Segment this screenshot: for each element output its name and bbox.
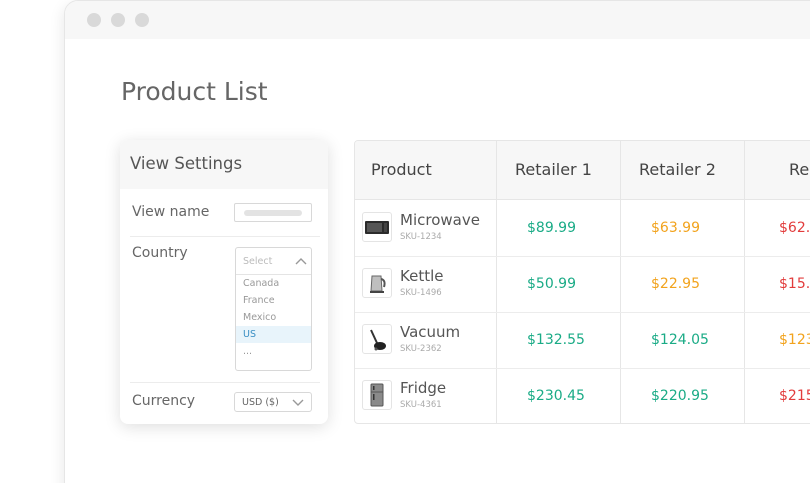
currency-select-value: USD ($)	[242, 397, 279, 408]
kettle-icon	[362, 268, 392, 298]
price-cell-retailer-1: $89.99	[527, 220, 576, 236]
view-settings-panel: View Settings View name Country Select C…	[120, 140, 328, 424]
view-name-input[interactable]	[234, 203, 312, 222]
price-cell-retailer-1: $50.99	[527, 276, 576, 292]
view-name-label: View name	[132, 204, 210, 220]
table-row[interactable]: Kettle SKU-1496 $50.99 $22.95 $15.	[355, 257, 810, 313]
column-header-retailer-2[interactable]: Retailer 2	[639, 141, 716, 200]
window-close-dot[interactable]	[87, 13, 101, 27]
price-cell-retailer-2: $124.05	[651, 332, 709, 348]
country-option[interactable]: ...	[236, 343, 311, 360]
table-row[interactable]: Vacuum SKU-2362 $132.55 $124.05 $123	[355, 313, 810, 369]
table-row[interactable]: Fridge SKU-4361 $230.45 $220.95 $215	[355, 369, 810, 423]
price-cell-retailer-3: $123	[779, 332, 810, 348]
view-settings-header: View Settings	[120, 140, 328, 189]
price-cell-retailer-3: $62.	[779, 220, 810, 236]
country-options-list: Canada France Mexico US...	[236, 275, 311, 360]
table-header: Product Retailer 1 Retailer 2 Re	[355, 141, 810, 200]
product-table: Product Retailer 1 Retailer 2 Re Microwa…	[354, 140, 810, 424]
price-cell-retailer-2: $22.95	[651, 276, 700, 292]
column-header-product[interactable]: Product	[371, 141, 432, 200]
window-maximize-dot[interactable]	[135, 13, 149, 27]
country-option[interactable]: France	[236, 292, 311, 309]
currency-label: Currency	[132, 393, 196, 409]
window-titlebar	[65, 1, 810, 39]
currency-select[interactable]: USD ($)	[234, 392, 312, 412]
price-cell-retailer-3: $215	[779, 388, 810, 404]
product-name[interactable]: Microwave	[400, 211, 480, 229]
table-row[interactable]: Microwave SKU-1234 $89.99 $63.99 $62.	[355, 201, 810, 257]
microwave-icon	[362, 212, 392, 242]
price-cell-retailer-1: $230.45	[527, 388, 585, 404]
view-settings-title: View Settings	[130, 154, 243, 173]
product-sku: SKU-1496	[400, 288, 442, 298]
vacuum-icon	[362, 324, 392, 354]
product-name[interactable]: Kettle	[400, 267, 443, 285]
price-cell-retailer-2: $63.99	[651, 220, 700, 236]
country-option[interactable]: Mexico	[236, 309, 311, 326]
product-sku: SKU-1234	[400, 232, 442, 242]
country-option[interactable]: Canada	[236, 275, 311, 292]
price-cell-retailer-2: $220.95	[651, 388, 709, 404]
country-dropdown-placeholder: Select	[243, 256, 273, 267]
chevron-down-icon[interactable]	[292, 399, 304, 407]
country-dropdown[interactable]: Select Canada France Mexico US...	[235, 247, 312, 371]
price-cell-retailer-3: $15.	[779, 276, 810, 292]
price-cell-retailer-1: $132.55	[527, 332, 585, 348]
view-name-input-value-placeholder	[244, 210, 302, 216]
product-name[interactable]: Vacuum	[400, 323, 460, 341]
settings-divider	[130, 236, 320, 237]
country-option[interactable]: US	[236, 326, 311, 343]
column-header-retailer-1[interactable]: Retailer 1	[515, 141, 592, 200]
window-minimize-dot[interactable]	[111, 13, 125, 27]
column-header-retailer-3[interactable]: Re	[789, 141, 809, 200]
country-label: Country	[132, 245, 188, 261]
product-sku: SKU-2362	[400, 344, 442, 354]
page-title: Product List	[121, 77, 268, 106]
product-sku: SKU-4361	[400, 400, 442, 410]
settings-divider	[130, 382, 320, 383]
fridge-icon	[362, 380, 392, 410]
product-name[interactable]: Fridge	[400, 379, 446, 397]
country-dropdown-header[interactable]: Select	[236, 248, 311, 275]
chevron-up-icon[interactable]	[295, 257, 307, 265]
